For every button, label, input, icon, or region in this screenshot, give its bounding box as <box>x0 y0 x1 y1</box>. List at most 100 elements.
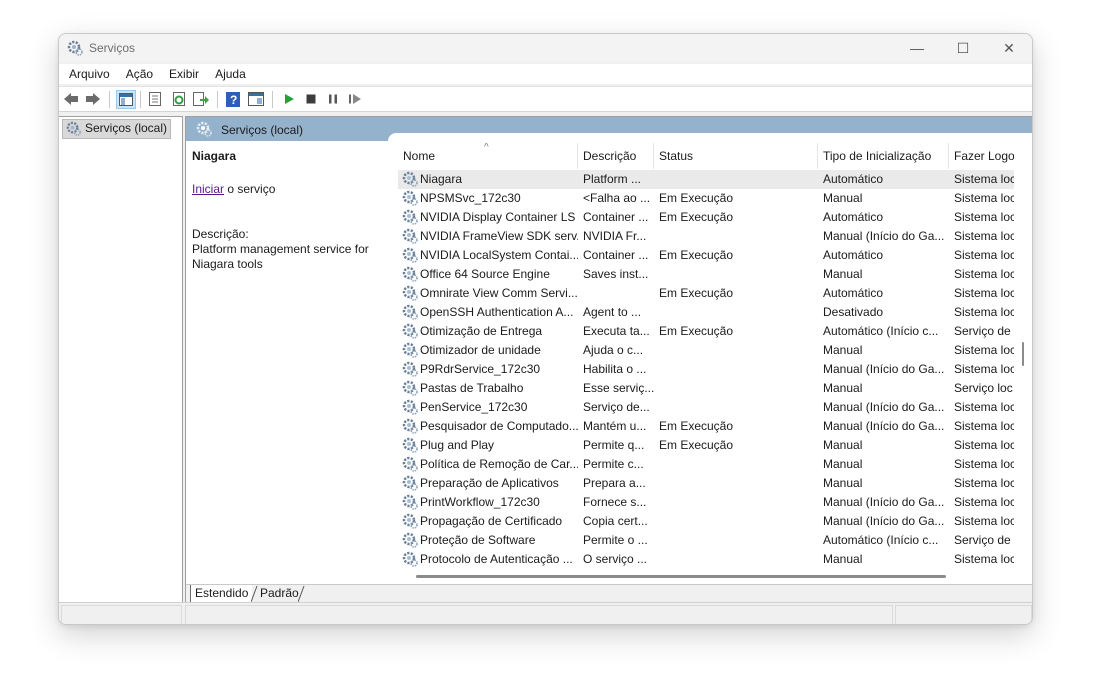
service-row[interactable]: Preparação de Aplicativos Prepara a... Man… <box>398 474 1014 493</box>
services-window: Serviços — ☐ ✕ Arquivo Ação Exibir Ajuda <box>58 33 1033 625</box>
service-logon-cell: Serviço de <box>954 324 1011 338</box>
refresh-icon[interactable] <box>171 91 187 107</box>
service-logon-cell: Sistema loc <box>954 248 1014 262</box>
view-tabs: Estendido Padrão <box>186 584 1032 603</box>
service-status-cell: Em Execução <box>659 248 734 262</box>
service-name-cell: OpenSSH Authentication A... <box>420 305 574 319</box>
show-hide-tree-icon[interactable] <box>116 90 136 109</box>
service-row[interactable]: NPSMSvc_172c30 <Falha ao ... Em Execução Ma… <box>398 189 1014 208</box>
close-button[interactable]: ✕ <box>986 34 1032 62</box>
service-name-cell: Pastas de Trabalho <box>420 381 524 395</box>
service-description-panel: Niagara Iniciar o serviço Descrição: Pla… <box>192 149 392 271</box>
service-status-cell <box>654 398 818 417</box>
start-service-line: Iniciar o serviço <box>192 182 275 196</box>
start-icon[interactable] <box>281 91 297 107</box>
column-header-tipo-inicializacao[interactable]: Tipo de Inicialização <box>818 143 949 169</box>
service-name-cell: NVIDIA FrameView SDK serv... <box>420 229 578 243</box>
service-desc-cell: Container ... <box>583 210 649 224</box>
help-icon[interactable]: ? <box>225 91 241 107</box>
service-name-cell: P9RdrService_172c30 <box>420 362 541 376</box>
service-name-cell: Preparação de Aplicativos <box>420 476 559 490</box>
service-row[interactable]: NVIDIA Display Container LS Container ...… <box>398 208 1014 227</box>
service-row[interactable]: PrintWorkflow_172c30 Fornece s... Manual (… <box>398 493 1014 512</box>
service-row[interactable]: Propagação de Certificado Copia cert... Ma… <box>398 512 1014 531</box>
service-name-cell: NVIDIA Display Container LS <box>420 210 576 224</box>
service-desc-cell: Permite c... <box>583 457 644 471</box>
maximize-button[interactable]: ☐ <box>940 34 986 62</box>
service-row[interactable]: Plug and Play Permite q... Em Execução Manu… <box>398 436 1014 455</box>
service-logon-cell: Sistema loc <box>954 343 1014 357</box>
properties-icon[interactable] <box>147 91 163 107</box>
column-header-descricao[interactable]: Descrição <box>578 143 654 169</box>
column-header-fazer-logon[interactable]: Fazer Logo <box>949 143 1014 169</box>
service-row[interactable]: Pastas de Trabalho Esse serviç... Manual Se… <box>398 379 1014 398</box>
service-startup-cell: Manual (Início do Ga... <box>823 229 945 243</box>
column-header-label: Nome <box>403 149 436 163</box>
service-logon-cell: Sistema loc <box>954 400 1014 414</box>
service-status-cell <box>654 550 818 569</box>
export-list-icon[interactable] <box>193 91 209 107</box>
svg-text:?: ? <box>230 93 237 107</box>
forward-icon[interactable] <box>85 91 101 107</box>
service-row[interactable]: PenService_172c30 Serviço de... Manual (In… <box>398 398 1014 417</box>
menu-exibir[interactable]: Exibir <box>161 67 207 81</box>
service-startup-cell: Manual <box>823 267 863 281</box>
service-row[interactable]: P9RdrService_172c30 Habilita o ... Manual … <box>398 360 1014 379</box>
service-startup-cell: Manual (Início do Ga... <box>823 495 945 509</box>
column-header-status[interactable]: Status <box>654 143 818 169</box>
service-name-cell: Proteção de Software <box>420 533 536 547</box>
service-desc-cell: Permite q... <box>583 438 645 452</box>
service-desc-cell: Platform ... <box>583 172 642 186</box>
tree-item-services-local[interactable]: Serviços (local) <box>62 119 172 141</box>
service-row[interactable]: Protocolo de Autenticação ... O serviço .… <box>398 550 1014 569</box>
service-row[interactable]: Niagara Platform ... Automático Sistema loc <box>398 170 1014 189</box>
service-startup-cell: Manual <box>823 191 863 205</box>
service-logon-cell: Sistema loc <box>954 419 1014 433</box>
back-icon[interactable] <box>63 91 79 107</box>
service-status-cell: Em Execução <box>659 438 734 452</box>
service-startup-cell: Automático <box>823 286 884 300</box>
toolbar-separator <box>217 91 218 108</box>
column-header-nome[interactable]: Nome ^ <box>398 143 578 169</box>
service-row[interactable]: Otimização de Entrega Executa ta... Em Exe… <box>398 322 1014 341</box>
horizontal-scrollbar[interactable] <box>416 575 946 578</box>
service-row[interactable]: NVIDIA LocalSystem Contai... Container ..… <box>398 246 1014 265</box>
service-row[interactable]: Office 64 Source Engine Saves inst... Manu… <box>398 265 1014 284</box>
menu-acao[interactable]: Ação <box>118 67 161 81</box>
vertical-scrollbar[interactable] <box>1022 342 1024 366</box>
service-status-cell: Em Execução <box>659 286 734 300</box>
services-gear-icon <box>66 121 81 141</box>
service-desc-cell: Permite o ... <box>583 533 648 547</box>
service-row[interactable]: Proteção de Software Permite o ... Automát… <box>398 531 1014 550</box>
service-status-cell: Em Execução <box>659 210 734 224</box>
service-logon-cell: Sistema loc <box>954 362 1014 376</box>
minimize-button[interactable]: — <box>894 34 940 62</box>
pause-icon[interactable] <box>325 91 341 107</box>
tab-estendido[interactable]: Estendido <box>190 585 253 602</box>
menu-ajuda[interactable]: Ajuda <box>207 67 254 81</box>
sort-ascending-icon: ^ <box>484 143 489 153</box>
service-row[interactable]: Política de Remoção de Car... Permite c..… <box>398 455 1014 474</box>
service-logon-cell: Sistema loc <box>954 514 1014 528</box>
service-row[interactable]: NVIDIA FrameView SDK serv... NVIDIA Fr...… <box>398 227 1014 246</box>
service-logon-cell: Sistema loc <box>954 495 1014 509</box>
stop-icon[interactable] <box>303 91 319 107</box>
window-title: Serviços <box>89 41 136 55</box>
service-logon-cell: Serviço loc <box>954 381 1013 395</box>
start-service-link[interactable]: Iniciar <box>192 182 224 196</box>
selected-service-name: Niagara <box>192 149 237 163</box>
service-row[interactable]: OpenSSH Authentication A... Agent to ... D… <box>398 303 1014 322</box>
service-status-cell: Em Execução <box>659 419 734 433</box>
service-row[interactable]: Pesquisador de Computado... Mantém u... Em… <box>398 417 1014 436</box>
resume-icon[interactable] <box>347 91 363 107</box>
menu-arquivo[interactable]: Arquivo <box>59 67 118 81</box>
service-status-cell <box>654 341 818 360</box>
service-row[interactable]: Otimizador de unidade Ajuda o c... Manual S… <box>398 341 1014 360</box>
status-segment <box>895 605 1032 624</box>
service-name-cell: PrintWorkflow_172c30 <box>420 495 540 509</box>
service-status-cell <box>654 474 818 493</box>
console-icon[interactable] <box>248 91 264 107</box>
tab-padrao[interactable]: Padrão <box>256 585 303 602</box>
service-row[interactable]: Omnirate View Comm Servi... Em Execução Au… <box>398 284 1014 303</box>
status-bar <box>59 602 1032 624</box>
